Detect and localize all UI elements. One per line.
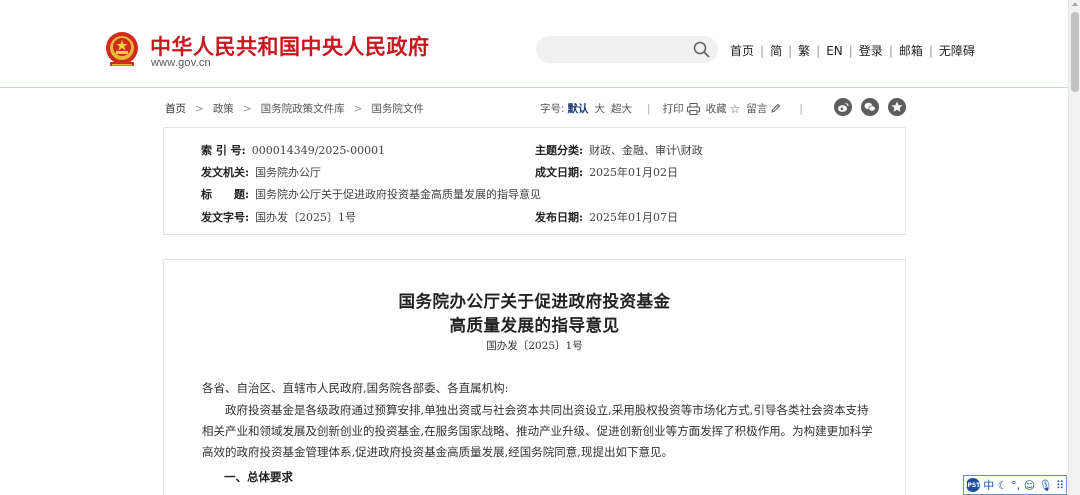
meta-issuer-row: 发文机关: 国务院办公厅 xyxy=(201,164,321,180)
ime-logo-icon[interactable]: IPST xyxy=(965,478,980,492)
pencil-icon[interactable] xyxy=(770,103,781,114)
meta-value: 2025年01月07日 xyxy=(589,211,679,224)
nav-divider: | xyxy=(760,43,765,58)
scroll-up-arrow-icon[interactable] xyxy=(1072,2,1078,6)
comment-button[interactable]: 留言 xyxy=(746,101,767,116)
breadcrumb-policy-library[interactable]: 国务院政策文件库 xyxy=(261,101,345,116)
printer-icon[interactable] xyxy=(686,102,700,115)
meta-label: 主题分类: xyxy=(535,144,584,157)
article-section-heading: 一、总体要求 xyxy=(224,470,293,484)
page-scrollbar[interactable] xyxy=(1068,0,1080,495)
nav-home-link[interactable]: 首页 xyxy=(730,42,754,59)
emoji-icon[interactable]: ☺ xyxy=(1024,479,1035,492)
chevron-right-icon: > xyxy=(353,102,363,115)
meta-label: 发文机关: xyxy=(201,166,250,179)
nav-accessibility-link[interactable]: 无障碍 xyxy=(939,42,975,59)
punctuation-icon[interactable]: °, xyxy=(1011,479,1020,492)
chevron-right-icon: > xyxy=(242,102,252,115)
nav-divider: | xyxy=(928,43,933,58)
favorite-button[interactable]: 收藏 xyxy=(706,101,727,116)
breadcrumb-policy[interactable]: 政策 xyxy=(213,101,234,116)
meta-value: 000014349/2025-00001 xyxy=(251,144,386,157)
meta-value: 国办发〔2025〕1号 xyxy=(255,211,357,224)
breadcrumb-state-council-docs[interactable]: 国务院文件 xyxy=(371,101,424,116)
meta-published-row: 发布日期: 2025年01月07日 xyxy=(535,209,678,225)
ime-language-toggle[interactable]: 中 xyxy=(983,477,994,493)
article-body: 国务院办公厅关于促进政府投资基金 高质量发展的指导意见 国办发〔2025〕1号 … xyxy=(163,259,906,495)
article-doc-number: 国办发〔2025〕1号 xyxy=(486,340,583,352)
ime-toolbar[interactable]: IPST 中 ☾ °, ☺ 🎙 ⠿ xyxy=(963,475,1067,495)
article-paragraph: 政府投资基金是各级政府通过预算安排,单独出资或与社会资本共同出资设立,采用股权投… xyxy=(202,403,873,459)
meta-label: 发布日期: xyxy=(535,211,584,224)
article-title-line-2: 高质量发展的指导意见 xyxy=(449,316,620,335)
meta-title-row: 标 题: 国务院办公厅关于促进政府投资基金高质量发展的指导意见 xyxy=(201,186,541,202)
favorite-star-share-icon[interactable] xyxy=(888,98,906,116)
meta-docnum-row: 发文字号: 国办发〔2025〕1号 xyxy=(201,209,356,225)
microphone-icon[interactable]: 🎙 xyxy=(1039,479,1053,492)
search-input[interactable] xyxy=(536,36,718,63)
meta-value: 财政、金融、审计\财政 xyxy=(589,144,703,157)
article-tools: 字号: 默认 大 超大 | 打印 收藏 ☆ 留言 | xyxy=(540,101,815,116)
print-button[interactable]: 打印 xyxy=(663,101,684,116)
meta-value: 2025年01月02日 xyxy=(589,166,679,179)
nav-mail-link[interactable]: 邮箱 xyxy=(899,42,923,59)
nav-english-link[interactable]: EN xyxy=(826,44,843,58)
chevron-right-icon: > xyxy=(195,102,204,115)
moon-icon[interactable]: ☾ xyxy=(998,479,1008,492)
weibo-share-icon[interactable] xyxy=(834,98,852,116)
meta-label: 标 题: xyxy=(201,188,250,201)
nav-divider: | xyxy=(788,43,793,58)
font-size-label: 字号: xyxy=(540,103,565,115)
nav-simplified-link[interactable]: 简 xyxy=(770,42,782,59)
site-url[interactable]: www.gov.cn xyxy=(151,57,211,69)
article-salutation: 各省、自治区、直辖市人民政府,国务院各部委、各直属机构: xyxy=(202,381,509,395)
meta-label: 索 引 号: xyxy=(201,144,246,157)
wechat-share-icon[interactable] xyxy=(861,98,879,116)
breadcrumb-home[interactable]: 首页 xyxy=(165,101,186,116)
meta-label: 成文日期: xyxy=(535,166,584,179)
scroll-thumb[interactable] xyxy=(1071,12,1079,92)
tools-divider: | xyxy=(799,102,803,115)
font-size-xlarge[interactable]: 超大 xyxy=(611,101,632,116)
meta-index-row: 索 引 号: 000014349/2025-00001 xyxy=(201,142,385,158)
article-title-line-1: 国务院办公厅关于促进政府投资基金 xyxy=(398,292,671,311)
nav-traditional-link[interactable]: 繁 xyxy=(798,42,810,59)
tools-divider: | xyxy=(647,102,651,115)
breadcrumb: 首页 > 政策 > 国务院政策文件库 > 国务院文件 xyxy=(165,101,424,116)
nav-divider: | xyxy=(816,43,821,58)
grid-menu-icon[interactable]: ⠿ xyxy=(1056,479,1064,492)
site-header: 中华人民共和国中央人民政府 www.gov.cn 首页 | 简 | 繁 | EN… xyxy=(0,0,1068,88)
search-icon[interactable] xyxy=(693,41,710,58)
top-nav: 首页 | 简 | 繁 | EN | 登录 | 邮箱 | 无障碍 xyxy=(730,42,975,59)
star-outline-icon[interactable]: ☆ xyxy=(730,102,741,116)
meta-value: 国务院办公厅 xyxy=(255,166,322,179)
nav-login-link[interactable]: 登录 xyxy=(859,42,883,59)
font-size-default[interactable]: 默认 xyxy=(568,101,589,116)
nav-divider: | xyxy=(848,43,853,58)
meta-created-row: 成文日期: 2025年01月02日 xyxy=(535,164,678,180)
meta-value: 国务院办公厅关于促进政府投资基金高质量发展的指导意见 xyxy=(255,188,542,201)
document-metadata-box: 索 引 号: 000014349/2025-00001 主题分类: 财政、金融、审计… xyxy=(163,127,906,235)
meta-label: 发文字号: xyxy=(201,211,250,224)
meta-category-row: 主题分类: 财政、金融、审计\财政 xyxy=(535,142,703,158)
font-size-large[interactable]: 大 xyxy=(595,101,606,116)
nav-divider: | xyxy=(888,43,893,58)
national-emblem-logo[interactable] xyxy=(104,31,140,69)
